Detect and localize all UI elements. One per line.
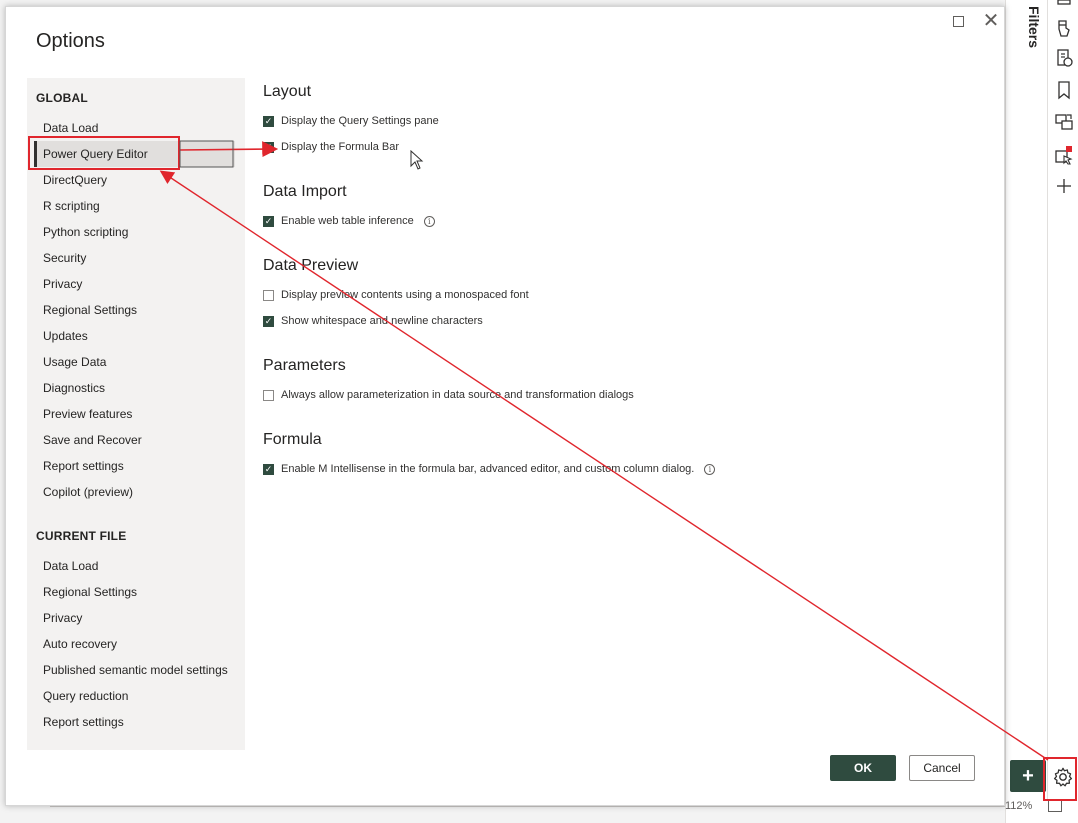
cancel-button[interactable]: Cancel (909, 755, 975, 781)
analytics-icon[interactable] (1054, 48, 1074, 68)
selection-icon[interactable] (1054, 146, 1074, 166)
section-title-data-import: Data Import (263, 183, 347, 200)
option-row[interactable]: ✓ Enable web table inference i (263, 213, 435, 229)
nav-header-global: GLOBAL (36, 91, 88, 105)
section-title-formula: Formula (263, 431, 322, 448)
options-dialog: Options ✕ GLOBAL Data Load Power Query Ed… (5, 6, 1005, 806)
add-page-button[interactable]: + (1010, 760, 1046, 792)
option-row[interactable]: ✓ Display the Query Settings pane (263, 113, 439, 129)
fit-to-page-icon[interactable] (1048, 800, 1062, 812)
option-label: Enable web table inference (281, 215, 414, 227)
dialog-title: Options (36, 30, 105, 52)
info-icon[interactable]: i (704, 463, 716, 475)
checkbox-show-whitespace-and-newline-characters[interactable]: ✓ (263, 315, 274, 327)
nav-item-global-python-scripting[interactable]: Python scripting (34, 219, 235, 245)
option-label: Show whitespace and newline characters (281, 315, 483, 327)
sync-icon[interactable] (1054, 112, 1074, 132)
build-visual-icon[interactable] (1054, 0, 1074, 20)
nav-item-current-query-reduction[interactable]: Query reduction (34, 683, 235, 709)
pane-separator (1047, 0, 1048, 800)
option-label: Display the Query Settings pane (281, 115, 439, 127)
bookmark-icon[interactable] (1054, 80, 1074, 100)
section-title-parameters: Parameters (263, 357, 346, 374)
nav-item-global-usage-data[interactable]: Usage Data (34, 349, 235, 375)
zoom-level[interactable]: 112% (1005, 800, 1032, 812)
nav-item-global-diagnostics[interactable]: Diagnostics (34, 375, 235, 401)
filters-pane-label[interactable]: Filters (1022, 6, 1042, 66)
option-row[interactable]: Always allow parameterization in data so… (263, 387, 634, 403)
nav-item-current-regional-settings[interactable]: Regional Settings (34, 579, 235, 605)
mouse-cursor-icon (410, 150, 424, 170)
info-icon[interactable]: i (423, 215, 435, 227)
checkbox-enable-m-intellisense-in-the-formula-bar[interactable]: ✓ (263, 463, 274, 475)
option-row[interactable]: ✓ Show whitespace and newline characters (263, 313, 483, 329)
section-title-layout: Layout (263, 83, 312, 100)
close-icon[interactable]: ✕ (981, 11, 1001, 31)
option-row[interactable]: ✓ Enable M Intellisense in the formula ba… (263, 461, 716, 477)
nav-item-global-privacy[interactable]: Privacy (34, 271, 235, 297)
checkbox-display-preview-contents-using-a-monospa[interactable] (263, 289, 274, 301)
option-row[interactable]: Display preview contents using a monospa… (263, 287, 529, 303)
nav-item-global-preview-features[interactable]: Preview features (34, 401, 235, 427)
options-nav: GLOBAL Data Load Power Query Editor Direct… (27, 78, 245, 750)
nav-item-global-regional-settings[interactable]: Regional Settings (34, 297, 235, 323)
option-label: Enable M Intellisense in the formula bar… (281, 463, 695, 475)
checkbox-display-the-formula-bar[interactable]: ✓ (263, 141, 274, 153)
option-label: Display the Formula Bar (281, 141, 399, 153)
nav-item-global-directquery[interactable]: DirectQuery (34, 167, 235, 193)
highlight-box-settings (1043, 757, 1077, 801)
status-bar-divider (50, 806, 1005, 807)
nav-item-global-copilot-preview[interactable]: Copilot (preview) (34, 479, 235, 505)
nav-item-current-auto-recovery[interactable]: Auto recovery (34, 631, 235, 657)
nav-item-global-r-scripting[interactable]: R scripting (34, 193, 235, 219)
section-title-data-preview: Data Preview (263, 257, 359, 274)
ok-button[interactable]: OK (830, 755, 896, 781)
checkbox-enable-web-table-inference[interactable]: ✓ (263, 215, 274, 227)
add-icon[interactable] (1054, 176, 1074, 196)
nav-header-current-file: CURRENT FILE (36, 529, 127, 543)
option-label: Always allow parameterization in data so… (281, 389, 634, 401)
checkbox-always-allow-parameterization-in-data-so[interactable] (263, 389, 274, 401)
checkbox-display-the-query-settings-pane[interactable]: ✓ (263, 115, 274, 127)
nav-item-current-privacy[interactable]: Privacy (34, 605, 235, 631)
maximize-icon[interactable] (953, 16, 964, 27)
nav-item-global-report-settings[interactable]: Report settings (34, 453, 235, 479)
format-icon[interactable] (1054, 18, 1074, 38)
nav-item-global-updates[interactable]: Updates (34, 323, 235, 349)
nav-item-current-report-settings[interactable]: Report settings (34, 709, 235, 735)
nav-item-current-data-load[interactable]: Data Load (34, 553, 235, 579)
nav-item-global-save-and-recover[interactable]: Save and Recover (34, 427, 235, 453)
option-row[interactable]: ✓ Display the Formula Bar (263, 139, 399, 155)
nav-item-current-published-semantic-model-settings[interactable]: Published semantic model settings (34, 657, 235, 683)
highlight-box-power-query-editor (28, 136, 180, 170)
option-label: Display preview contents using a monospa… (281, 289, 529, 301)
nav-item-global-security[interactable]: Security (34, 245, 235, 271)
